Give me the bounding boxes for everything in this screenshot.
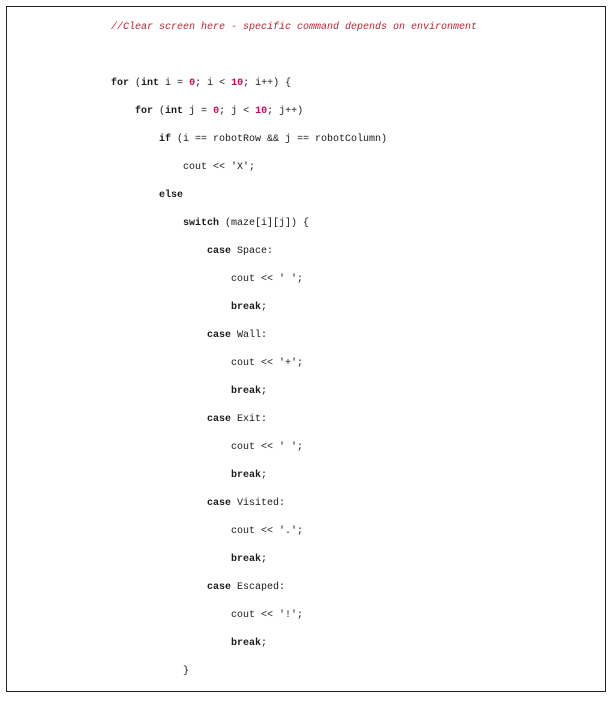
code-block: //Clear screen here - specific command d… — [6, 6, 606, 692]
code-content: //Clear screen here - specific command d… — [19, 21, 593, 692]
comment-clear: //Clear screen here - specific command d… — [111, 22, 477, 33]
